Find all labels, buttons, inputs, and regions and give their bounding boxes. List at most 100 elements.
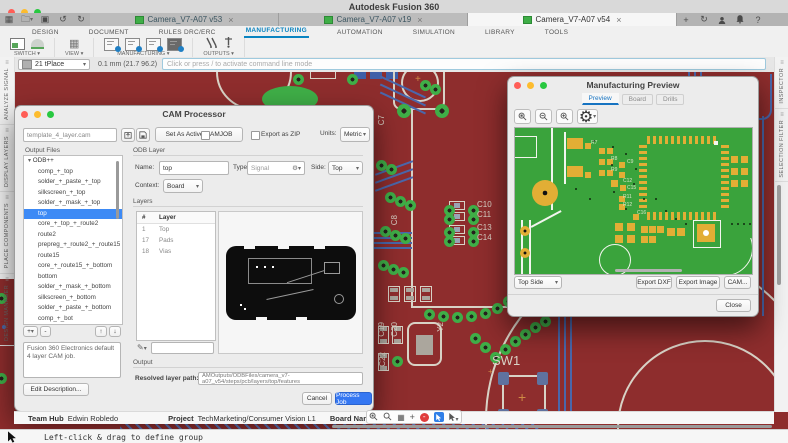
preview-horizontal-scrollbar[interactable] [615,269,682,272]
zoom-select-icon[interactable] [383,408,392,426]
select-tool-icon[interactable] [434,412,444,422]
grid-view-icon[interactable]: ▦ [69,39,79,50]
new-tab-icon[interactable]: + [677,13,695,26]
sync-icon[interactable]: ↻ [695,13,713,26]
tree-item[interactable]: solder_+_paste_+_top [24,177,122,188]
cancel-button[interactable]: Cancel [302,392,332,405]
manufacturing-tool-icon[interactable] [104,38,119,51]
help-icon[interactable]: ? [749,13,767,26]
name-input[interactable]: top [159,161,229,175]
board-render-preview[interactable]: R7R8R9C9C12C15R11R12C16 [514,127,753,275]
add-output-button[interactable]: +▾ [23,326,38,337]
table-row[interactable]: 1Top [137,224,215,235]
resolved-path-input[interactable]: AMOutputs/ODBFiles/camera_v7-a07_v54/ste… [198,372,363,385]
export-dxf-button[interactable]: Export DXF [636,276,672,289]
camjob-filename-input[interactable]: template_4_layer.cam [23,128,117,142]
side-select[interactable]: Top▾ [328,161,363,175]
layer-selector[interactable]: 21 tPlace ▾ [18,59,90,70]
zoom-window-tool-icon[interactable] [514,109,531,124]
file-menu-icon[interactable]: 🗀▾ [18,13,36,26]
ribbon-menu-document[interactable]: DOCUMENT [87,27,131,38]
zoom-in-tool-icon[interactable] [556,109,573,124]
tree-item[interactable]: comp_+_bot [24,314,122,325]
export-zip-checkbox2[interactable] [201,131,210,140]
close-button[interactable]: Close [716,299,751,312]
zoom-out-tool-icon[interactable] [535,109,552,124]
preview-tab-drills[interactable]: Drills [656,94,684,105]
preview-settings-gear-icon[interactable]: ⚙▾ [577,109,598,124]
tree-root-item[interactable]: ▾ ODB++ [24,156,122,167]
switch-3d-icon[interactable] [31,39,44,49]
units-select[interactable]: Metric▾ [340,127,370,142]
save-camjob-icon[interactable] [136,128,150,142]
move-down-button[interactable]: ↓ [109,326,121,337]
tree-item[interactable]: comp_+_top [24,167,122,178]
ribbon-menu-automation[interactable]: AUTOMATION [335,27,385,38]
load-camjob-icon[interactable] [121,128,135,142]
table-row[interactable]: 18Vias [137,246,215,257]
type-settings-gear-icon[interactable]: ⚙▾ [292,164,301,172]
canvas-horizontal-scrollbar[interactable] [332,425,772,428]
type-input[interactable]: Signal⚙▾ [247,161,305,175]
tree-scrollbar[interactable] [116,161,119,219]
tree-item[interactable]: core_+_top_+_route2 [24,219,122,230]
tree-item[interactable]: silkscreen_+_top [24,188,122,199]
board-side-select[interactable]: Top Side▾ [514,276,562,289]
set-active-camjob-button[interactable]: Set As Active CAMJOB [155,127,243,142]
ribbon-menu-manufacturing[interactable]: MANUFACTURING [244,25,309,38]
save-icon[interactable]: ▣ [36,13,54,26]
right-panel-tab-selection-filter[interactable]: ≡SELECTION FILTER [775,109,788,183]
redo-icon[interactable]: ↻ [72,13,90,26]
preview-tab-preview[interactable]: Preview [582,93,619,105]
edit-description-button[interactable]: Edit Description... [23,383,89,396]
tree-item[interactable]: core_+_route15_+_bottom [24,261,122,272]
close-tab-icon[interactable]: × [616,15,621,25]
left-panel-tab-place-components[interactable]: ≡PLACE COMPONENTS [0,192,14,273]
ribbon-menu-design[interactable]: DESIGN [30,27,61,38]
right-panel-tab-inspector[interactable]: ≡INSPECTOR [775,57,788,109]
left-panel-tab-design-manager[interactable]: ≡DESIGN MANAGER [0,274,14,346]
tree-item[interactable]: top [24,209,122,220]
layers-table[interactable]: #Layer1Top17Pads18Vias [136,211,216,341]
tree-item[interactable]: prepreg_+_route2_+_route15 [24,240,122,251]
manufacturing-tool-icon[interactable] [125,38,140,51]
layer-filter-input[interactable] [151,342,214,354]
undo-icon[interactable]: ↺ [54,13,72,26]
move-up-button[interactable]: ↑ [95,326,107,337]
switch-board-icon[interactable] [10,38,25,50]
tree-item[interactable]: route15 [24,251,122,262]
tree-item[interactable]: bottom [24,272,122,283]
edit-layer-pencil-icon[interactable]: ✎▾ [137,343,147,352]
pointer-mode-icon[interactable]: ▾ [449,408,459,426]
account-icon[interactable] [713,13,731,26]
close-tab-icon[interactable]: × [417,15,422,25]
tree-item[interactable]: solder_+_mask_+_bottom [24,282,122,293]
stop-command-icon[interactable]: - [420,413,429,422]
tree-item[interactable]: route2 [24,230,122,241]
ribbon-menu-tools[interactable]: TOOLS [543,27,570,38]
tree-item[interactable]: silkscreen_+_bottom [24,293,122,304]
preview-tab-board[interactable]: Board [622,94,653,105]
manufacturing-tool-icon[interactable] [167,38,182,51]
document-tab[interactable]: Camera_V7-A07 v54× [468,13,677,26]
context-select[interactable]: Board▾ [163,179,203,193]
manufacturing-tool-icon[interactable] [146,38,161,51]
command-line-input[interactable]: Click or press / to activate command lin… [162,58,766,70]
left-panel-tab-display-layers[interactable]: ≡DISPLAY LAYERS [0,125,14,192]
grid-settings-icon[interactable]: ▦ [397,413,405,422]
app-grid-icon[interactable]: ▦ [0,13,18,26]
close-tab-icon[interactable]: × [228,15,233,25]
remove-output-button[interactable]: - [40,326,51,337]
ribbon-menu-simulation[interactable]: SIMULATION [411,27,457,38]
export-image-button[interactable]: Export Image [676,276,720,289]
notifications-bell-icon[interactable] [731,13,749,26]
export-zip-checkbox[interactable] [251,131,260,140]
zoom-plus-icon[interactable]: + [410,412,415,422]
left-panel-tab-analyze-signal[interactable]: ≡ANALYZE SIGNAL [0,57,14,125]
tree-item[interactable]: solder_+_mask_+_top [24,198,122,209]
cam-button[interactable]: CAM... [724,276,751,289]
zoom-fit-icon[interactable] [369,408,378,426]
table-row[interactable]: 17Pads [137,235,215,246]
canvas-vertical-scrollbar[interactable] [777,185,781,285]
output-files-tree[interactable]: ▾ ODB++comp_+_topsolder_+_paste_+_topsil… [23,155,123,325]
